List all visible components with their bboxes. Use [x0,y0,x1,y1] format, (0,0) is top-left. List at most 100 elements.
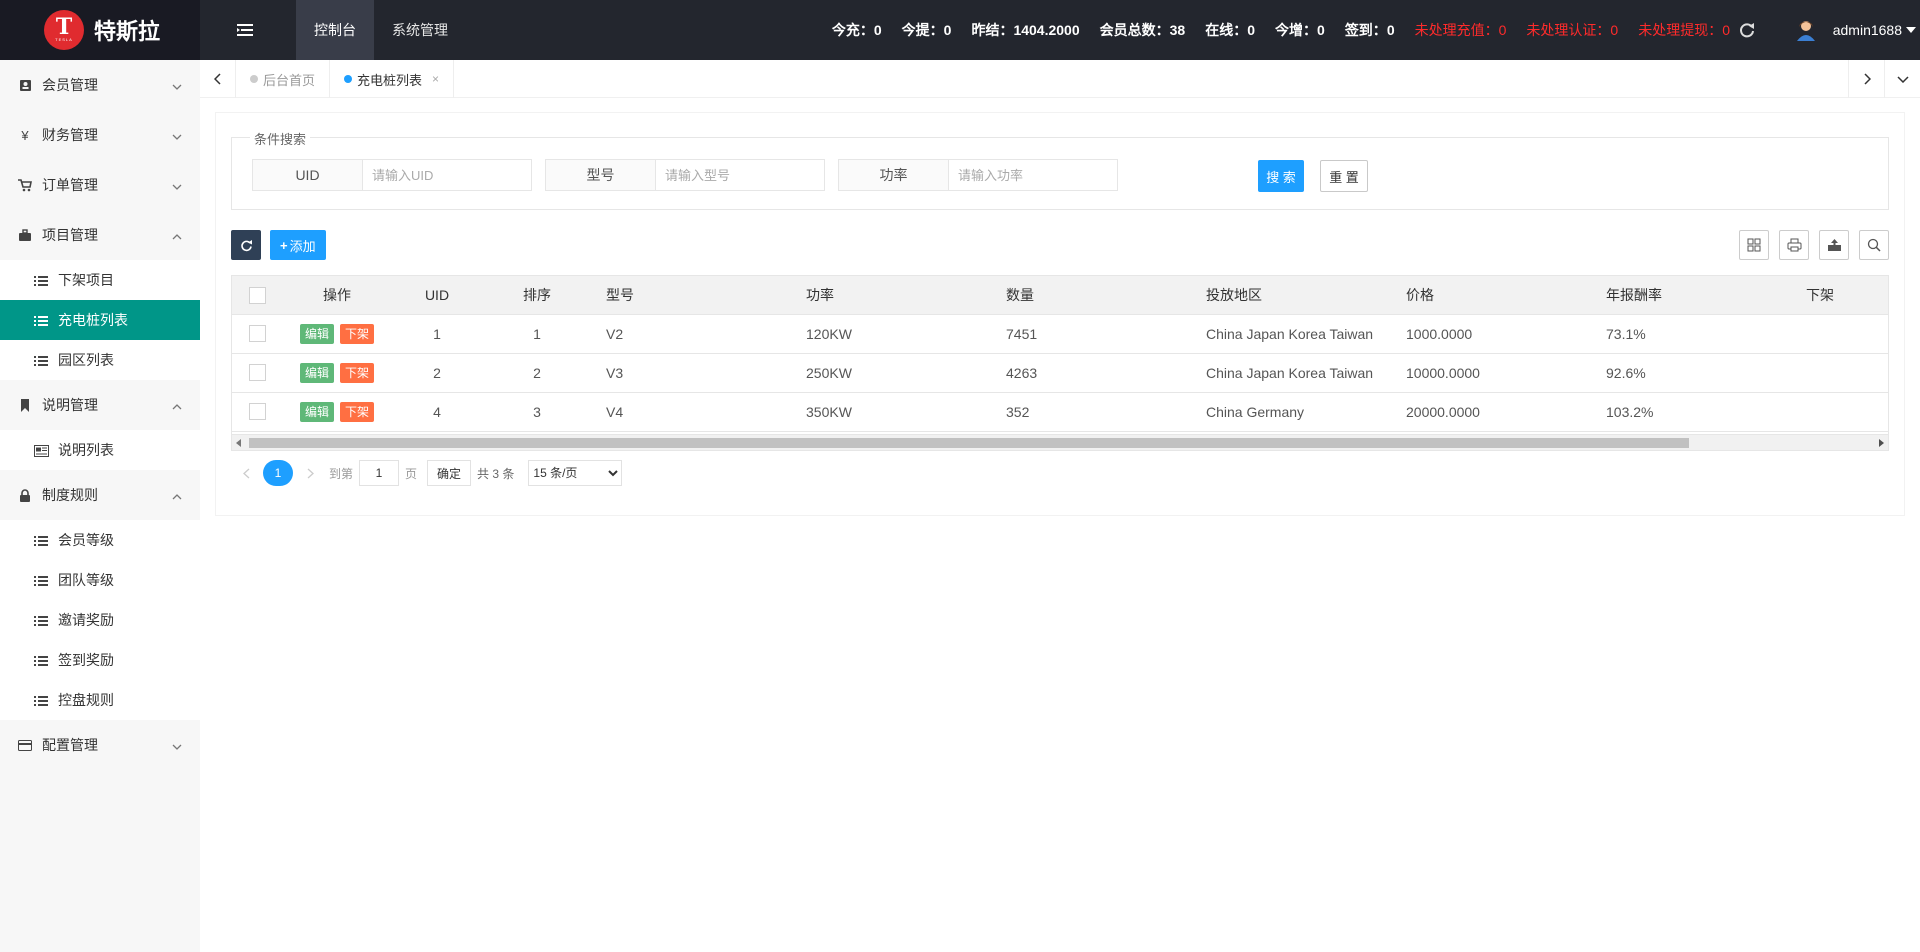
cell-region: China Japan Korea Taiwan [1192,353,1392,393]
tab-scroll-left-icon[interactable] [200,60,236,98]
export-icon[interactable] [1819,230,1849,260]
next-page-icon[interactable] [297,460,323,486]
sidebar-group-rules[interactable]: 制度规则 [0,470,200,520]
scroll-right-arrow-icon[interactable] [1879,439,1884,447]
chevron-up-icon [172,229,182,240]
content-card: 条件搜索 UID 型号 功率 搜 索 重 置 + 添加 [215,112,1905,516]
refresh-icon[interactable] [1738,21,1756,39]
top-nav: 控制台 系统管理 [296,0,466,60]
edit-button[interactable]: 编辑 [299,401,334,422]
col-sort: 排序 [482,276,592,315]
sidebar-item-offline-projects[interactable]: 下架项目 [0,260,200,300]
sidebar-item-manual-list[interactable]: 说明列表 [0,430,200,470]
takedown-button[interactable]: 下架 [340,323,375,344]
sidebar-group-member[interactable]: 会员管理 [0,60,200,110]
sidebar-item-label: 会员等级 [58,532,114,548]
sidebar-group-project[interactable]: 项目管理 [0,210,200,260]
nav-console[interactable]: 控制台 [296,0,374,60]
tab-scroll-right-icon[interactable] [1848,60,1884,98]
alert-pending-verify[interactable]: 未处理认证：0 [1526,20,1618,40]
takedown-button[interactable]: 下架 [340,362,375,383]
sidebar-item-member-levels[interactable]: 会员等级 [0,520,200,560]
row-checkbox[interactable] [232,392,282,432]
scroll-left-arrow-icon[interactable] [236,439,241,447]
edit-button[interactable]: 编辑 [299,362,334,383]
model-input[interactable] [656,160,824,190]
brand-logo[interactable]: T TESLA 特斯拉 [0,0,200,60]
table-toolbar-left: + 添加 [231,230,326,260]
horizontal-scrollbar[interactable] [232,434,1888,450]
tab-home[interactable]: 后台首页 [236,60,331,98]
stat-today-new: 今增：0 [1275,22,1325,38]
lock-icon [18,488,32,502]
nav-system[interactable]: 系统管理 [374,0,466,60]
page-size-select[interactable]: 15 条/页 [528,460,623,486]
sidebar-item-label: 充电桩列表 [58,312,128,328]
cell-sort: 2 [482,353,592,393]
search-icon[interactable] [1859,230,1889,260]
tab-label: 后台首页 [263,72,316,88]
tab-dot [344,75,353,83]
row-actions: 编辑 下架 [282,314,392,354]
close-icon[interactable]: × [432,72,439,86]
alert-pending-recharge[interactable]: 未处理充值：0 [1415,20,1507,40]
row-checkbox[interactable] [232,314,282,354]
takedown-button[interactable]: 下架 [340,401,375,422]
sidebar-item-label: 签到奖励 [58,652,114,668]
search-button[interactable]: 搜 索 [1258,160,1304,192]
sidebar-item-team-levels[interactable]: 团队等级 [0,560,200,600]
goto-confirm-button[interactable]: 确定 [427,460,472,486]
tab-menu-chevron-down-icon[interactable] [1884,60,1920,98]
col-model: 型号 [592,276,792,315]
tesla-logo-icon: T TESLA [44,10,84,50]
cell-qty: 7451 [992,314,1192,354]
avatar [1795,19,1817,41]
edit-button[interactable]: 编辑 [299,323,334,344]
goto-label: 到第 [329,466,354,481]
print-icon[interactable] [1779,230,1809,260]
sidebar-group-order[interactable]: 订单管理 [0,160,200,210]
data-table: 操作 UID 排序 型号 功率 数量 投放地区 价格 年报酬率 下架 编辑 下架 … [231,275,1889,451]
sidebar-sublist-rules: 会员等级 团队等级 邀请奖励 签到奖励 控盘规则 [0,520,200,720]
select-all-checkbox[interactable] [232,276,282,315]
prev-page-icon[interactable] [233,460,259,486]
cell-sort: 1 [482,314,592,354]
table-header-row: 操作 UID 排序 型号 功率 数量 投放地区 价格 年报酬率 下架 [232,276,1888,315]
tab-charging-piles[interactable]: 充电桩列表 × [330,60,455,98]
tab-dot [250,75,258,83]
sidebar-item-control-rules[interactable]: 控盘规则 [0,680,200,720]
menu-toggle-icon[interactable] [234,18,256,42]
stats-bar: 今充：0 今提：0 昨结：1404.2000 会员总数：38 在线：0 今增：0… [812,0,1730,60]
sidebar-group-manual[interactable]: 说明管理 [0,380,200,430]
sidebar-item-parks[interactable]: 园区列表 [0,340,200,380]
sidebar-group-config[interactable]: 配置管理 [0,720,200,770]
add-button[interactable]: + 添加 [270,230,326,260]
reset-button[interactable]: 重 置 [1320,160,1368,192]
current-page[interactable]: 1 [263,460,293,486]
list-icon [34,314,48,326]
sidebar-item-invite-rewards[interactable]: 邀请奖励 [0,600,200,640]
list-icon [34,274,48,286]
model-field: 型号 [545,159,825,191]
refresh-table-button[interactable] [231,230,261,260]
sidebar-item-charging-piles[interactable]: 充电桩列表 [0,300,200,340]
scrollbar-thumb[interactable] [249,438,1689,448]
cell-power: 250KW [792,353,992,393]
table-row: 编辑 下架 1 1 V2 120KW 7451 China Japan Korea… [232,314,1888,354]
uid-input[interactable] [363,160,531,190]
stat-online: 在线：0 [1205,22,1256,38]
sidebar-group-finance[interactable]: ¥ 财务管理 [0,110,200,160]
sidebar-sublist-manual: 说明列表 [0,430,200,470]
power-input[interactable] [949,160,1117,190]
row-checkbox[interactable] [232,353,282,393]
list-icon [34,694,48,706]
columns-icon[interactable] [1739,230,1769,260]
user-menu[interactable]: admin1688 [1795,0,1920,60]
sidebar-item-checkin-rewards[interactable]: 签到奖励 [0,640,200,680]
page-input[interactable] [359,460,400,486]
cell-region: China Germany [1192,392,1392,432]
col-region: 投放地区 [1192,276,1392,315]
alert-pending-withdraw[interactable]: 未处理提现：0 [1638,20,1730,40]
power-label: 功率 [839,160,949,190]
row-actions: 编辑 下架 [282,353,392,393]
